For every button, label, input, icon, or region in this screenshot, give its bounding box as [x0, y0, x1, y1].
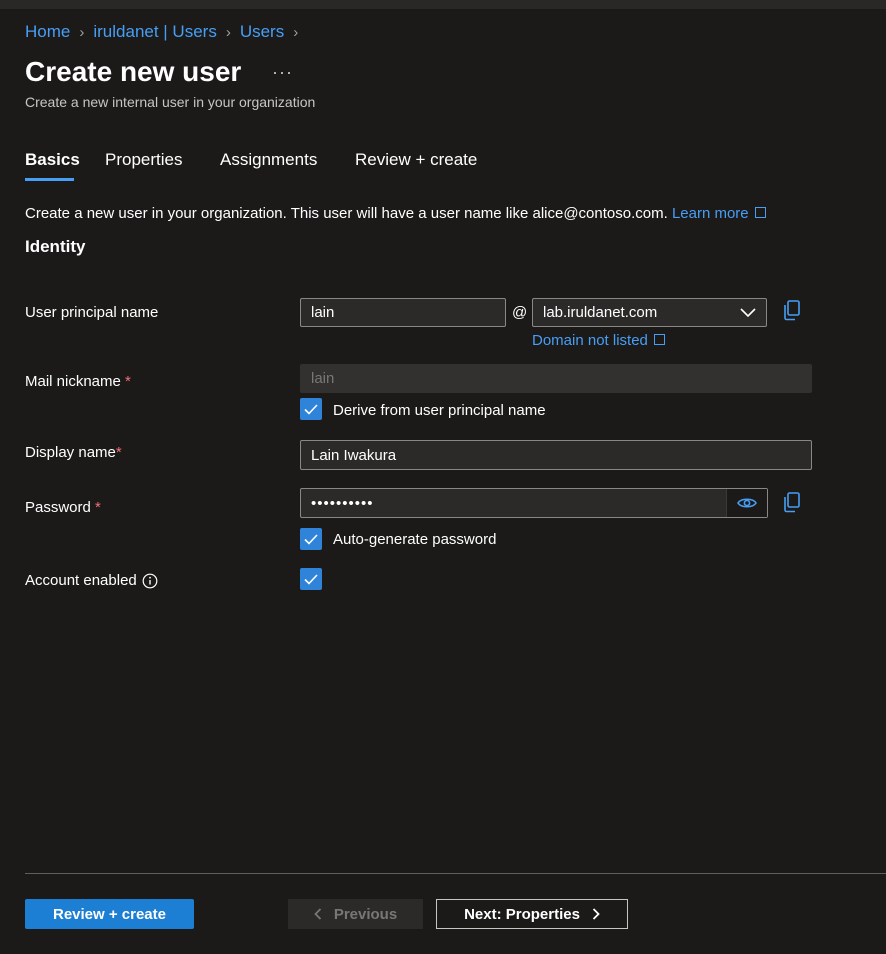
- domain-not-listed-label: Domain not listed: [532, 332, 648, 349]
- account-enabled-checkbox[interactable]: [300, 568, 322, 590]
- intro-description: Create a new user in your organization. …: [25, 205, 668, 222]
- at-symbol: @: [512, 304, 528, 321]
- section-title-identity: Identity: [25, 237, 86, 256]
- breadcrumb: Home › iruldanet | Users › Users ›: [25, 21, 307, 43]
- required-indicator: *: [125, 373, 131, 390]
- upn-input[interactable]: lain: [300, 298, 506, 327]
- previous-button: Previous: [288, 899, 423, 929]
- tab-basics[interactable]: Basics: [25, 150, 80, 170]
- next-properties-button[interactable]: Next: Properties: [436, 899, 628, 929]
- active-tab-indicator: [25, 178, 74, 181]
- external-link-icon: [754, 207, 766, 218]
- checkmark-icon: [304, 403, 318, 415]
- account-enabled-label-text: Account enabled: [25, 572, 137, 589]
- breadcrumb-home[interactable]: Home: [25, 22, 70, 42]
- required-indicator: *: [115, 444, 122, 461]
- chevron-right-icon: [592, 908, 600, 920]
- domain-value: lab.iruldanet.com: [543, 304, 658, 321]
- chevron-left-icon: [314, 908, 321, 920]
- password-value: ••••••••••: [311, 494, 374, 512]
- previous-label: Previous: [333, 905, 398, 923]
- mail-nickname-label: Mail nickname *: [25, 373, 131, 390]
- page-title: Create new user: [25, 56, 242, 87]
- copy-icon[interactable]: [782, 299, 802, 321]
- next-label: Next: Properties: [464, 905, 580, 923]
- chevron-right-icon: ›: [225, 23, 231, 41]
- learn-more-label: Learn more: [671, 205, 749, 222]
- show-password-button[interactable]: [726, 489, 767, 517]
- checkmark-icon: [304, 533, 318, 545]
- upn-value: lain: [311, 304, 335, 321]
- page-subtitle: Create a new internal user in your organ…: [25, 94, 316, 110]
- copy-password-icon[interactable]: [782, 491, 802, 513]
- footer-divider: [25, 873, 886, 874]
- top-strip: [0, 0, 886, 9]
- autogen-password-checkbox[interactable]: [300, 528, 322, 550]
- password-label: Password *: [25, 499, 101, 516]
- chevron-right-icon: ›: [293, 23, 299, 41]
- mail-nickname-label-text: Mail nickname: [25, 373, 121, 390]
- breadcrumb-tenant-users[interactable]: iruldanet | Users: [93, 22, 216, 42]
- derive-label: Derive from user principal name: [333, 402, 546, 419]
- tab-properties[interactable]: Properties: [105, 150, 182, 170]
- display-name-label: Display name*: [25, 444, 122, 461]
- mail-nickname-input: lain: [300, 364, 812, 393]
- password-label-text: Password: [25, 499, 91, 516]
- learn-more-link[interactable]: Learn more: [672, 205, 766, 222]
- info-icon[interactable]: [142, 573, 158, 589]
- eye-icon: [737, 498, 757, 508]
- account-enabled-label: Account enabled: [25, 572, 158, 589]
- intro-text: Create a new user in your organization. …: [25, 205, 766, 222]
- chevron-down-icon: [740, 307, 756, 317]
- breadcrumb-users[interactable]: Users: [240, 22, 284, 42]
- tab-assignments[interactable]: Assignments: [220, 150, 317, 170]
- display-name-label-text: Display name: [25, 444, 116, 461]
- display-name-input[interactable]: Lain Iwakura: [300, 440, 812, 470]
- mail-nickname-value: lain: [311, 370, 335, 387]
- required-indicator: *: [95, 499, 101, 516]
- review-create-button[interactable]: Review + create: [25, 899, 194, 929]
- checkmark-icon: [304, 573, 318, 585]
- upn-label: User principal name: [25, 304, 159, 321]
- autogen-password-label: Auto-generate password: [333, 531, 497, 548]
- password-input[interactable]: ••••••••••: [300, 488, 768, 518]
- derive-checkbox[interactable]: [300, 398, 322, 420]
- more-options-icon[interactable]: ···: [272, 62, 293, 83]
- tab-review-create[interactable]: Review + create: [355, 150, 477, 170]
- external-link-icon: [653, 334, 665, 345]
- domain-not-listed-link[interactable]: Domain not listed: [532, 332, 665, 349]
- chevron-right-icon: ›: [79, 23, 85, 41]
- display-name-value: Lain Iwakura: [311, 446, 397, 464]
- domain-dropdown[interactable]: lab.iruldanet.com: [532, 298, 767, 327]
